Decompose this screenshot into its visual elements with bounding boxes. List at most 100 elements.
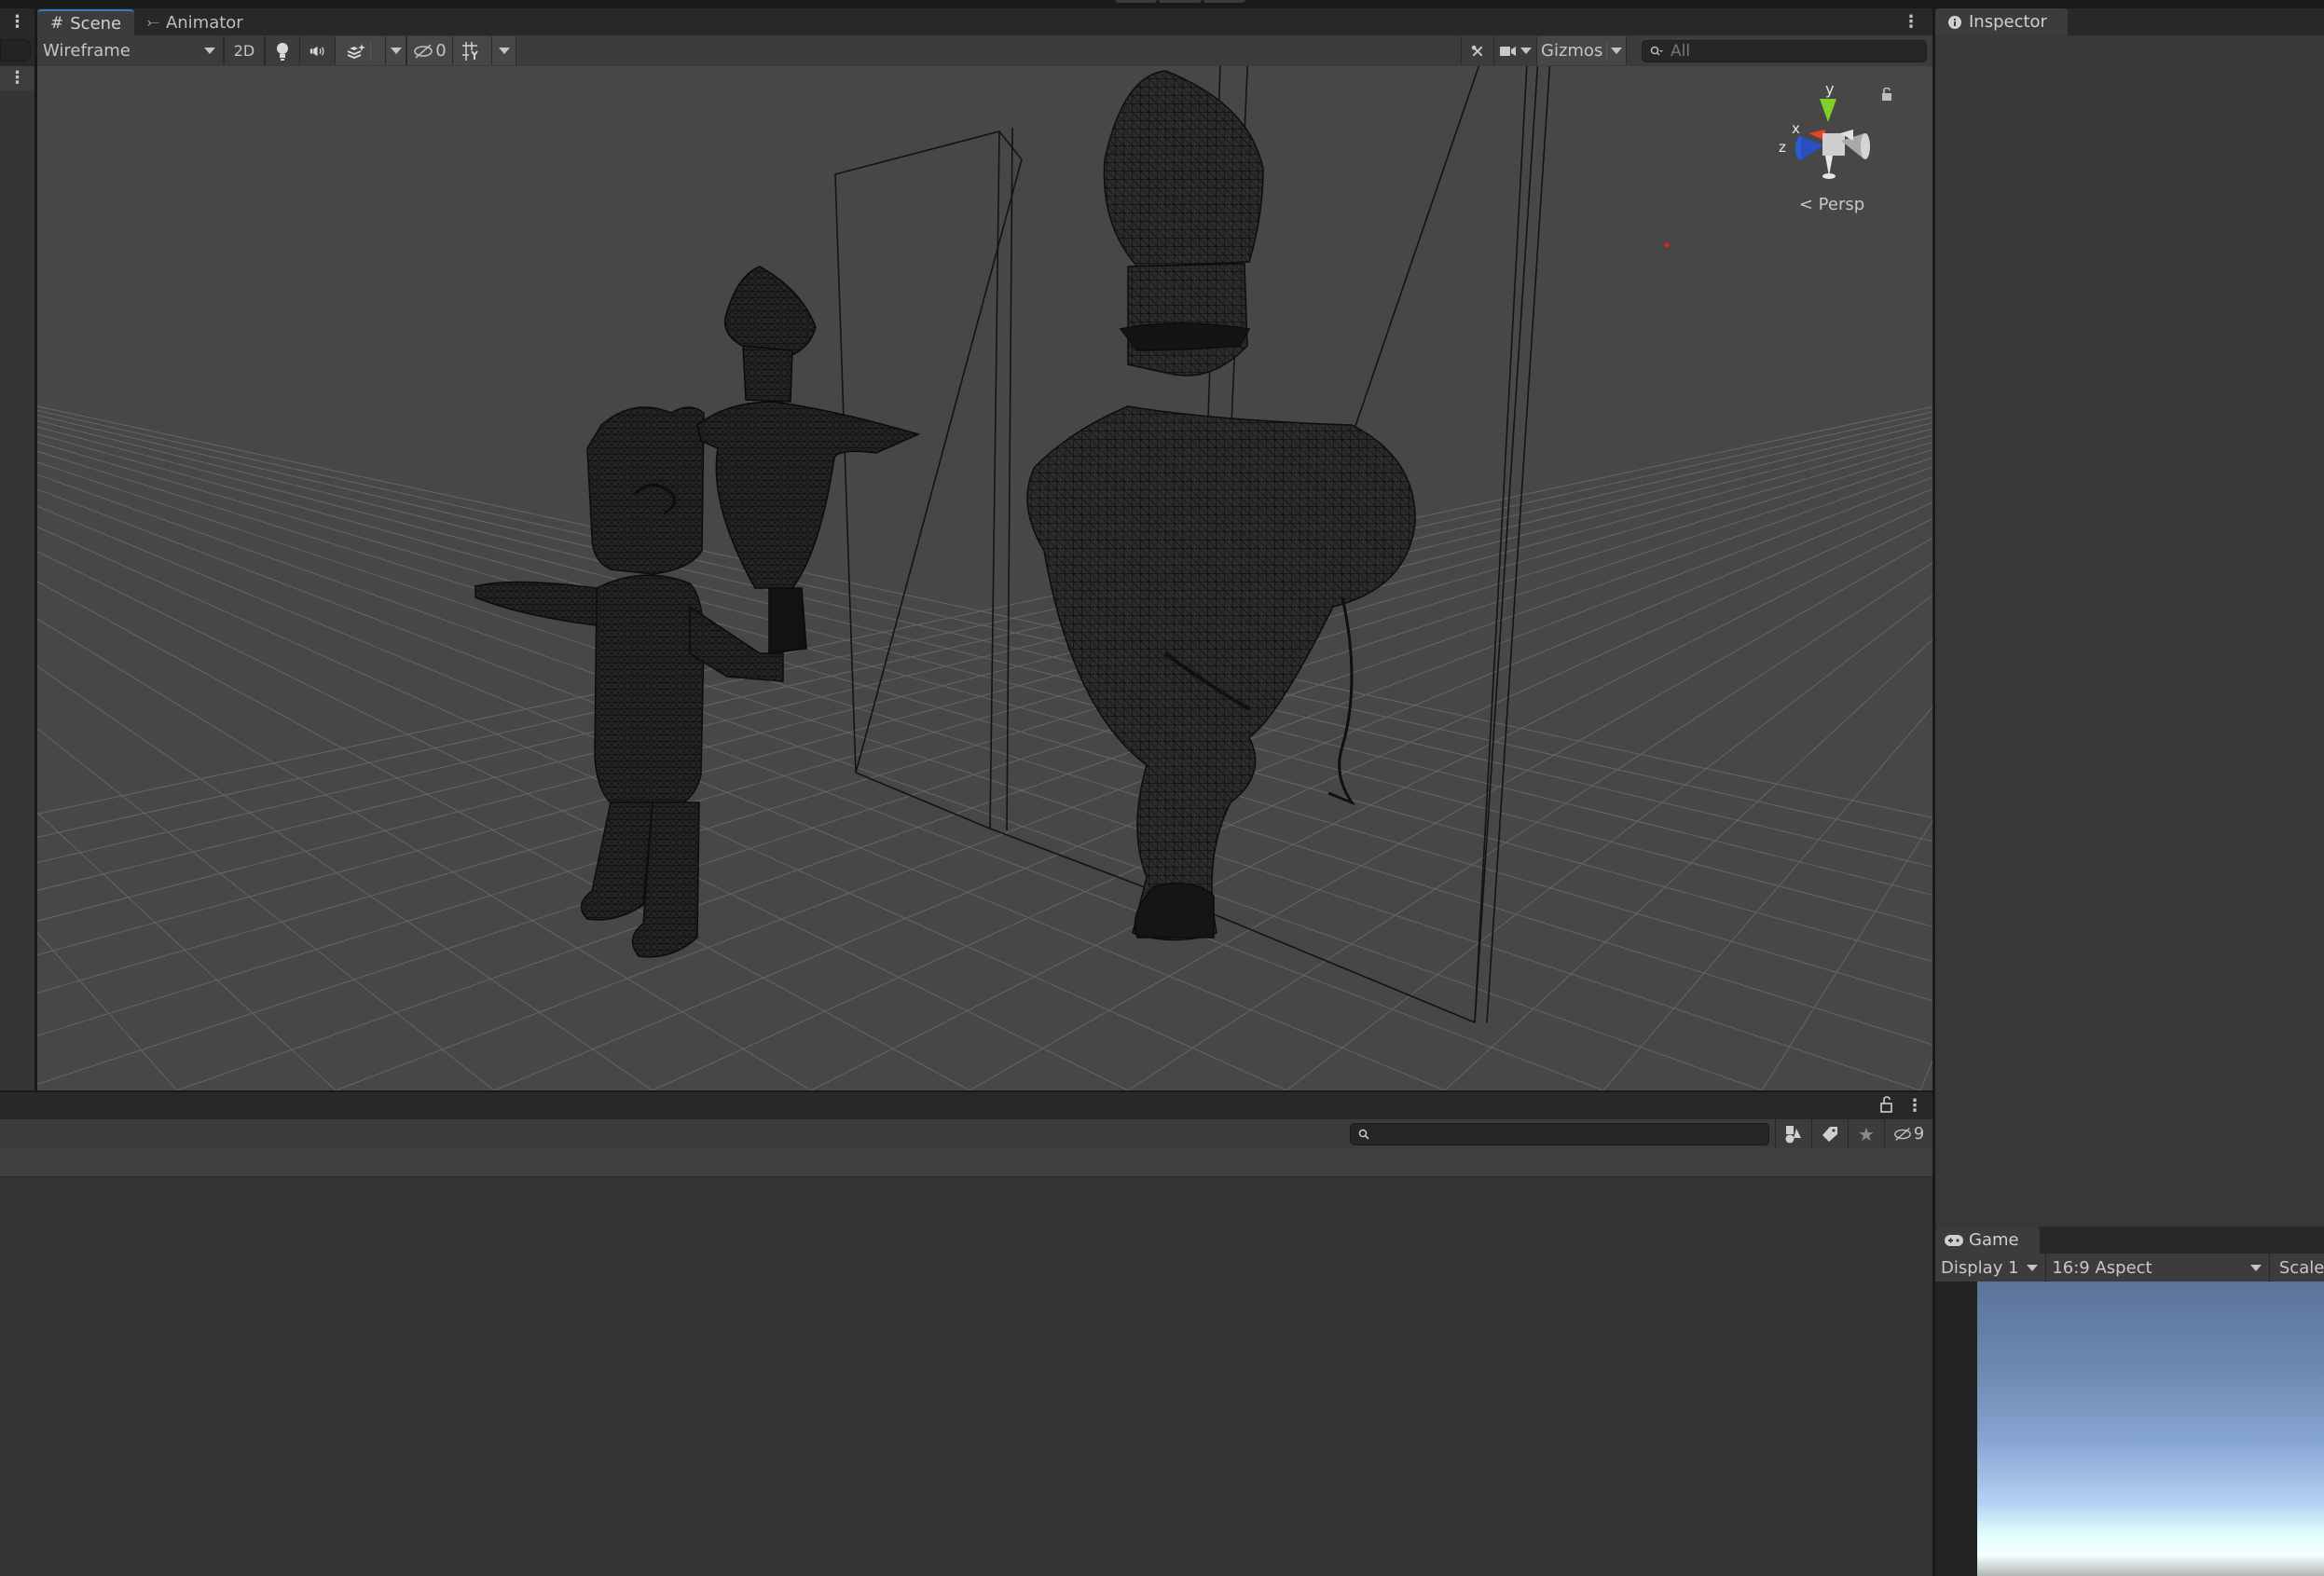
kebab-icon: ⋮ xyxy=(1903,12,1919,32)
scene-panel: # Scene ⤚ Animator ⋮ Wireframe 2D 0 Gizm… xyxy=(37,8,1932,1090)
grid-line xyxy=(37,415,1932,868)
axis-gizmo-icon: y x z xyxy=(1779,80,1870,179)
grid-line xyxy=(37,422,1932,891)
hidden-packages-toggle[interactable]: 9 xyxy=(1884,1119,1932,1148)
search-by-type-button[interactable] xyxy=(1775,1119,1811,1148)
camera-settings-dropdown[interactable] xyxy=(1494,36,1537,65)
aspect-value: 16:9 Aspect xyxy=(2052,1257,2152,1278)
grid-line xyxy=(37,932,178,1090)
axis-label-z: z xyxy=(1779,139,1786,156)
chevron-down-icon xyxy=(2027,1264,2039,1271)
top-toolbar xyxy=(0,0,2324,8)
grid-line xyxy=(1444,638,1932,1090)
chevron-down-icon xyxy=(498,48,510,54)
step-button[interactable] xyxy=(1203,0,1245,3)
hierarchy-search-input[interactable] xyxy=(0,39,31,62)
draw-mode-dropdown[interactable]: Wireframe xyxy=(37,36,224,65)
project-breadcrumb-row xyxy=(0,1148,1932,1177)
game-toolbar: Display 1 16:9 Aspect Scale xyxy=(1935,1254,2324,1281)
project-panel-header: ⋮ xyxy=(0,1092,1932,1119)
light-gizmo-dot xyxy=(1664,242,1670,248)
chevron-left-icon: < xyxy=(1798,195,1813,214)
tab-animator[interactable]: ⤚ Animator xyxy=(134,9,256,35)
game-view xyxy=(1935,1281,2324,1576)
gizmos-button[interactable]: Gizmos xyxy=(1537,36,1627,65)
inspector-panel: Inspector xyxy=(1935,8,2324,1227)
grid-line xyxy=(37,448,1932,1036)
tools-button[interactable] xyxy=(1461,36,1494,65)
scene-tab-bar: # Scene ⤚ Animator ⋮ xyxy=(37,8,1932,35)
effects-dropdown[interactable] xyxy=(386,36,406,65)
orientation-gizmo[interactable]: y x z < Persp xyxy=(1771,75,1892,234)
project-search-input[interactable] xyxy=(1350,1122,1769,1145)
tab-game[interactable]: Game xyxy=(1935,1227,2040,1254)
effects-layers-icon xyxy=(347,43,365,59)
lock-open-icon[interactable] xyxy=(1880,1095,1893,1117)
projection-toggle[interactable]: < Persp xyxy=(1771,195,1892,214)
grid-line xyxy=(37,434,1932,956)
chevron-down-icon xyxy=(1610,48,1622,54)
grid-line xyxy=(37,419,1932,896)
gamepad-icon xyxy=(1945,1234,1963,1246)
character-chef-back-wireframe xyxy=(696,266,921,654)
aspect-dropdown[interactable]: 16:9 Aspect xyxy=(2046,1254,2270,1281)
grid-snap-dropdown[interactable] xyxy=(492,36,516,65)
grid-line xyxy=(1286,594,1932,1090)
kebab-icon[interactable]: ⋮ xyxy=(1906,1097,1923,1115)
favorites-button[interactable]: ★ xyxy=(1848,1119,1884,1148)
tab-label: Animator xyxy=(165,12,243,33)
tab-scene[interactable]: # Scene xyxy=(37,9,135,35)
chevron-down-icon xyxy=(1520,48,1532,54)
scene-search-input[interactable]: All xyxy=(1642,39,1927,62)
hidden-count: 0 xyxy=(435,41,447,61)
speaker-icon xyxy=(309,46,324,56)
display-value: Display 1 xyxy=(1941,1257,2019,1278)
eye-slash-icon xyxy=(1893,1127,1911,1141)
grid-line xyxy=(37,450,1932,1046)
search-by-type-icon xyxy=(1785,1125,1801,1143)
floor-grid xyxy=(37,405,1932,1090)
toggle-2d-button[interactable]: 2D xyxy=(224,36,265,65)
grid-line xyxy=(176,466,1932,1090)
grid-line xyxy=(37,457,1932,1085)
game-panel: Game Display 1 16:9 Aspect Scale xyxy=(1935,1227,2324,1576)
audio-toggle[interactable] xyxy=(300,36,336,65)
lighting-toggle[interactable] xyxy=(265,36,300,65)
scene-canvas xyxy=(37,66,1932,1090)
scene-visibility-toggle[interactable]: 0 xyxy=(406,36,453,65)
scale-slider-label[interactable]: Scale xyxy=(2270,1258,2324,1278)
animator-icon: ⤚ xyxy=(147,13,159,31)
gizmos-label: Gizmos xyxy=(1541,41,1603,61)
grid-line xyxy=(810,517,1932,1090)
scene-viewport[interactable]: y x z < Persp xyxy=(37,66,1932,1090)
hierarchy-scene-row-menu[interactable]: ⋮ xyxy=(0,66,34,90)
scene-more-button[interactable]: ⋮ xyxy=(1903,9,1919,35)
chevron-down-icon xyxy=(390,48,402,54)
kebab-icon: ⋮ xyxy=(8,68,26,88)
chevron-down-icon xyxy=(2249,1264,2262,1271)
hierarchy-body xyxy=(0,66,34,1090)
chevron-down-icon xyxy=(204,48,215,54)
tab-inspector[interactable]: Inspector xyxy=(1935,8,2068,35)
effects-toggle[interactable] xyxy=(336,36,386,65)
axis-label-y: y xyxy=(1825,80,1834,98)
grid-line xyxy=(37,428,1932,922)
project-panel: ⋮ ★ 9 xyxy=(0,1092,1932,1576)
lock-icon[interactable] xyxy=(1881,87,1892,104)
scene-toolbar: Wireframe 2D 0 Gizmos All xyxy=(37,35,1932,66)
display-dropdown[interactable]: Display 1 xyxy=(1935,1254,2047,1281)
info-icon xyxy=(1948,15,1961,29)
play-button[interactable] xyxy=(1115,0,1158,3)
hierarchy-menu-button[interactable]: ⋮ xyxy=(0,8,34,35)
pause-button[interactable] xyxy=(1159,0,1202,3)
grid-y-icon xyxy=(461,41,478,61)
grid-snap-toggle[interactable] xyxy=(453,36,492,65)
search-by-label-button[interactable] xyxy=(1811,1119,1848,1148)
wrench-cross-icon xyxy=(1471,45,1483,56)
grid-line xyxy=(37,441,1932,994)
search-icon xyxy=(1650,46,1663,56)
favorites-star-icon: ★ xyxy=(1858,1122,1875,1145)
toggle-2d-label: 2D xyxy=(233,42,255,60)
draw-mode-value: Wireframe xyxy=(43,41,131,61)
grid-line xyxy=(37,441,1932,1002)
